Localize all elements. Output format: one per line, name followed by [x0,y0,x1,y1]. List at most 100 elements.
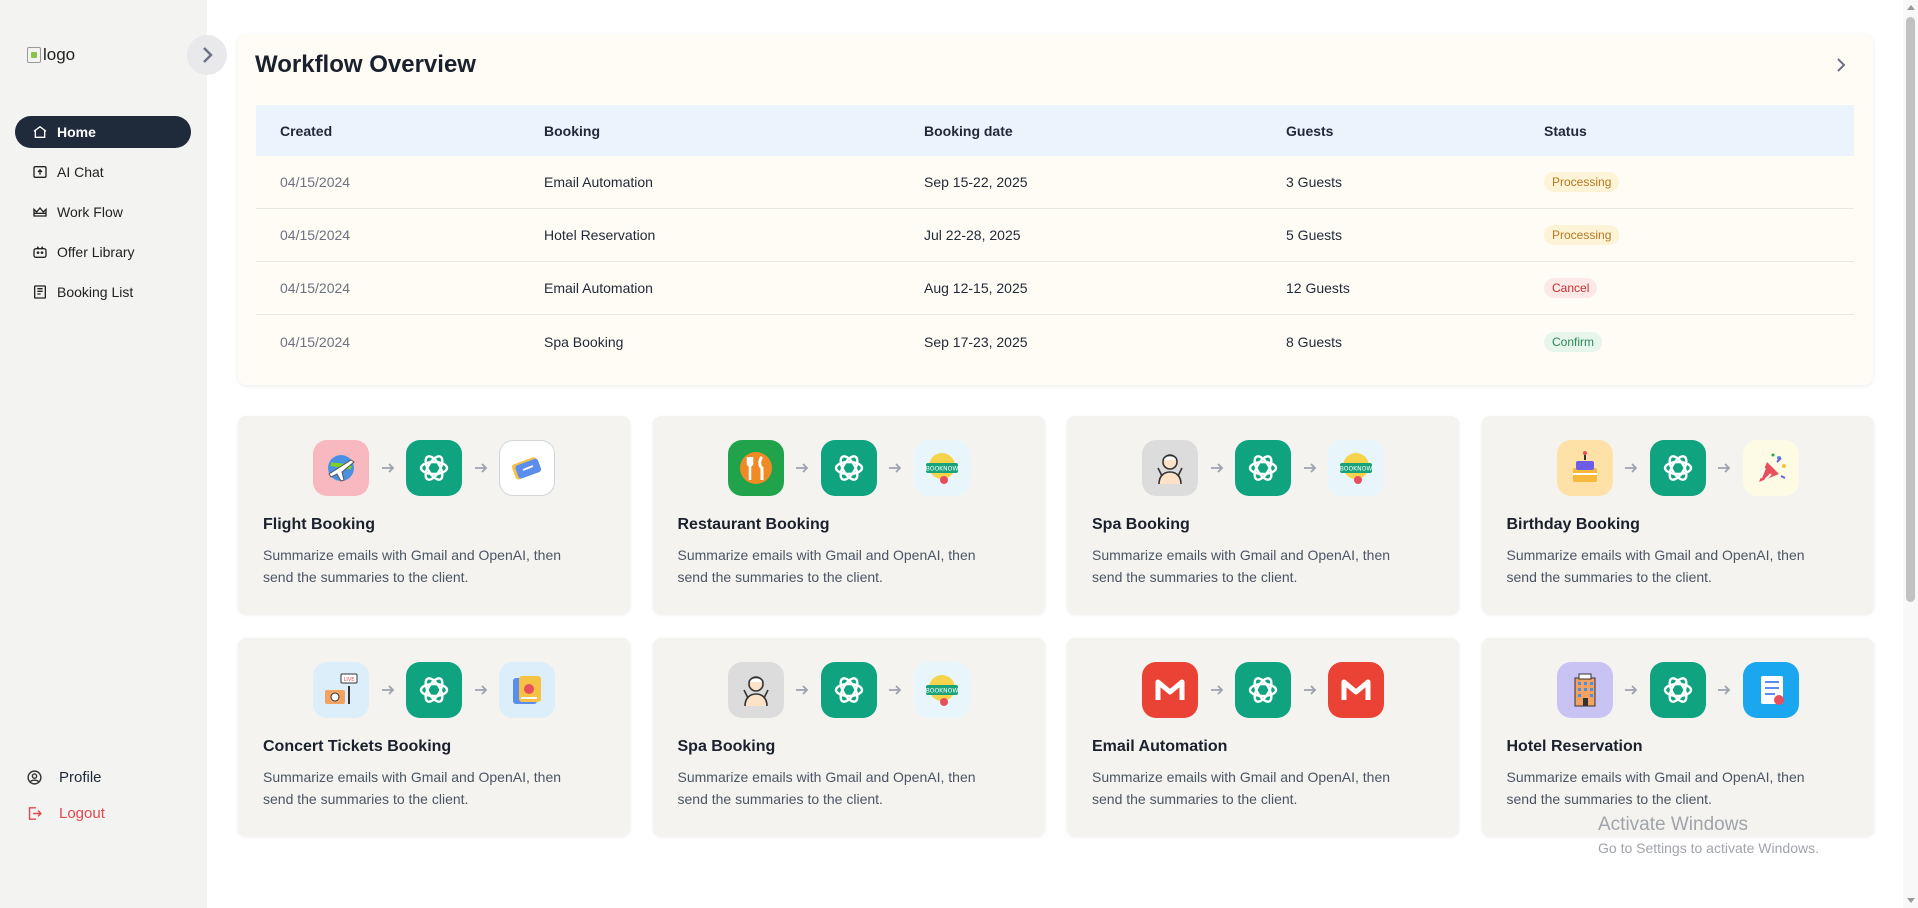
card-description: Summarize emails with Gmail and OpenAI, … [677,547,976,585]
workflow-card[interactable]: BOOKNOW Spa Booking Summarize emails with … [1067,416,1459,614]
collapse-sidebar-button[interactable] [187,35,227,75]
workflow-card[interactable]: Email Automation Summarize emails with Gm… [1067,638,1459,836]
cell-booking: Spa Booking [544,333,624,350]
sidebar-item-label: Offer Library [57,244,135,260]
logout-link[interactable]: Logout [26,802,105,824]
workflow-icons [1482,440,1874,496]
workflow-card[interactable]: Flight Booking Summarize emails with Gmai… [238,416,630,614]
sidebar-item-home[interactable]: Home [15,116,191,148]
cell-status: Processing [1544,225,1854,245]
spa-person-icon [727,662,784,718]
workflow-table: Created Booking Booking date Guests Stat… [256,105,1854,368]
robot-icon [33,246,47,258]
logo[interactable]: logo [27,45,75,65]
cell-booking: Email Automation [544,174,653,190]
cell-created: 04/15/2024 [280,174,351,190]
status-badge: Processing [1544,172,1620,192]
sidebar-item-ai-chat[interactable]: AI Chat [15,156,191,188]
sidebar-item-work-flow[interactable]: Work Flow [15,196,191,228]
arrow-right-icon [1198,460,1235,476]
sidebar: logo Home AI Chat Work Flow Offer Librar… [0,0,207,908]
cell-created: 04/15/2024 [280,227,351,243]
main-nav: Home AI Chat Work Flow Offer Library Boo… [15,116,191,316]
cell-guests: 3 Guests [1286,174,1343,190]
sidebar-item-label: AI Chat [57,164,104,180]
card-title: Flight Booking [263,516,375,533]
arrow-right-icon [1613,682,1650,698]
chat-upload-icon [33,166,47,178]
arrow-right-icon [1291,460,1328,476]
card-description: Summarize emails with Gmail and OpenAI, … [263,547,562,585]
cell-status: Cancel [1544,278,1854,298]
card-description: Summarize emails with Gmail and OpenAI, … [677,769,976,807]
gmail-icon [1142,662,1198,718]
card-title: Spa Booking [1092,516,1190,533]
workflow-card[interactable]: LIVE Concert Tickets Booking Summarize ema… [238,638,630,836]
workflow-icons [1482,662,1874,718]
scrollbar-thumb[interactable] [1906,17,1915,602]
workflow-card[interactable]: Hotel Reservation Summarize emails with G… [1481,638,1874,836]
arrow-right-icon [462,460,499,476]
activation-watermark: Activate Windows Go to Settings to activ… [1598,814,1819,856]
cell-created: 04/15/2024 [280,333,351,350]
workflow-card[interactable]: BOOKNOW Spa Booking Summarize emails with … [652,638,1045,836]
spa-person-icon [1142,440,1198,496]
table-body: 04/15/2024 Email Automation Sep 15-22, 202… [256,156,1854,368]
ticket-icon [499,440,555,496]
logout-label: Logout [59,804,105,822]
openai-icon [406,662,462,718]
cell-guests: 12 Guests [1286,280,1350,296]
workflow-card[interactable]: Birthday Booking Summarize emails with Gm… [1481,416,1874,614]
openai-icon [820,440,877,496]
card-description: Summarize emails with Gmail and OpenAI, … [263,769,562,807]
table-row[interactable]: 04/15/2024 Hotel Reservation Jul 22-28, 20… [256,209,1854,262]
cell-booking-date: Jul 22-28, 2025 [924,227,1021,243]
card-title: Spa Booking [677,738,776,755]
table-header: Created Booking Booking date Guests Stat… [256,105,1854,156]
sidebar-item-label: Booking List [57,284,134,300]
birthday-cake-icon [1556,440,1613,496]
hotel-building-icon [1556,662,1613,718]
workflow-card[interactable]: BOOKNOW Restaurant Booking Summarize email… [652,416,1045,614]
airplane-globe-icon [313,440,369,496]
chevron-right-icon[interactable] [1829,53,1853,77]
scroll-up-arrow-icon[interactable] [1907,5,1915,10]
main-content: Workflow Overview Created Booking Bookin… [207,0,1897,908]
arrow-right-icon [784,460,821,476]
workflow-icons [1067,662,1459,718]
checklist-icon [1742,662,1799,718]
sidebar-item-label: Home [57,124,96,140]
logout-icon [28,806,42,820]
table-row[interactable]: 04/15/2024 Email Automation Sep 15-22, 202… [256,156,1854,209]
arrow-right-icon [1198,682,1235,698]
chevron-right-icon [203,47,213,63]
scroll-down-arrow-icon[interactable] [1907,898,1915,903]
arrow-right-icon [369,682,406,698]
sidebar-item-offer-library[interactable]: Offer Library [15,236,191,268]
arrow-right-icon [1706,682,1743,698]
card-description: Summarize emails with Gmail and OpenAI, … [1092,769,1391,807]
card-description: Summarize emails with Gmail and OpenAI, … [1506,547,1805,585]
status-badge: Cancel [1544,278,1598,298]
cell-booking-date: Aug 12-15, 2025 [924,280,1028,296]
sidebar-item-booking-list[interactable]: Booking List [15,276,191,308]
table-row[interactable]: 04/15/2024 Spa Booking Sep 17-23, 2025 8 Gu… [256,315,1854,368]
cell-status: Confirm [1544,331,1854,352]
broken-image-icon [27,47,41,63]
watermark-line2: Go to Settings to activate Windows. [1598,840,1819,856]
table-row[interactable]: 04/15/2024 Email Automation Aug 12-15, 202… [256,262,1854,315]
cell-guests: 5 Guests [1286,227,1343,243]
arrow-right-icon [877,460,914,476]
concert-stage-icon: LIVE [313,662,369,718]
card-title: Hotel Reservation [1506,738,1643,755]
col-booking: Booking [544,122,600,139]
arrow-right-icon [369,460,406,476]
watermark-line1: Activate Windows [1598,814,1748,835]
profile-link[interactable]: Profile [26,766,105,788]
vertical-scrollbar[interactable] [1903,0,1918,908]
arrow-right-icon [1291,682,1328,698]
col-guests: Guests [1286,122,1334,139]
arrow-right-icon [877,682,914,698]
concert-ticket-icon [499,662,555,718]
cell-booking: Email Automation [544,280,653,296]
